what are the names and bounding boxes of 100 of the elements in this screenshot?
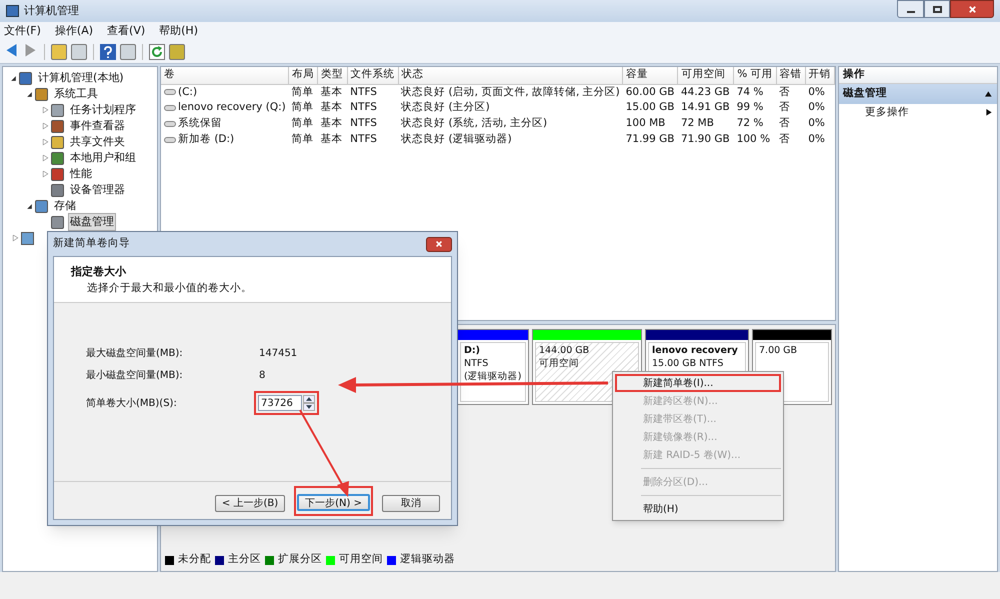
tree-item[interactable]: 性能 — [68, 164, 94, 184]
table-cell: 0% — [808, 117, 825, 129]
column-header[interactable]: 容错 — [776, 67, 806, 84]
column-header[interactable]: 状态 — [398, 67, 623, 84]
menu-item[interactable]: 查看(V) — [107, 22, 146, 40]
collapse-arrow-icon[interactable] — [26, 90, 32, 98]
dialog-title: 新建简单卷向导 — [53, 236, 130, 252]
table-cell-text: 系统保留 — [178, 116, 222, 131]
table-cell: 0% — [808, 101, 825, 114]
collapse-arrow-icon[interactable] — [26, 202, 32, 210]
dialog-button[interactable]: < 上一步(B) — [214, 494, 286, 512]
table-cell: 14.91 GB — [680, 101, 730, 114]
column-header[interactable]: % 可用 — [734, 67, 776, 84]
maximize-button[interactable] — [924, 0, 950, 18]
submenu-arrow-icon — [985, 109, 993, 117]
partition-label: NTFS — [464, 357, 488, 370]
partition-label: 7.00 GB — [759, 344, 798, 357]
size-spin-field[interactable]: 73726 — [254, 391, 319, 415]
field-label: 简单卷大小(MB)(S): — [86, 396, 178, 410]
forward-icon[interactable] — [23, 44, 38, 59]
expand-arrow-icon[interactable] — [12, 234, 18, 242]
expand-arrow-icon[interactable] — [42, 138, 48, 146]
table-cell-text: (C:) — [178, 84, 198, 100]
actions-section[interactable]: 磁盘管理 — [839, 84, 997, 104]
wizard-heading: 指定卷大小 — [71, 264, 127, 280]
context-menu-item[interactable]: 帮助(H) — [615, 500, 781, 518]
window-title: 计算机管理 — [24, 2, 79, 19]
collapse-arrow-icon[interactable] — [10, 74, 16, 82]
close-button[interactable] — [950, 0, 994, 18]
action-item[interactable]: 更多操作 — [839, 104, 997, 122]
partition-label: 可用空间 — [539, 357, 579, 370]
table-cell-text: lenovo recovery (Q:) — [178, 100, 286, 116]
spin-down-button[interactable] — [303, 403, 315, 411]
tree-item[interactable]: 事件查看器 — [68, 116, 127, 136]
table-cell: 否 — [779, 117, 790, 129]
drive-icon — [164, 105, 176, 112]
partition-label: lenovo recovery — [652, 344, 738, 357]
field-value: 8 — [259, 369, 266, 383]
table-cell: 状态良好 (启动, 页面文件, 故障转储, 主分区) — [401, 86, 620, 98]
context-menu-item[interactable]: 新建简单卷(I)... — [615, 374, 781, 392]
legend-label: 未分配 — [178, 552, 211, 568]
expand-arrow-icon[interactable] — [42, 122, 48, 130]
minimize-button[interactable] — [897, 0, 924, 18]
partition-label: 144.00 GB — [539, 344, 590, 357]
table-cell: 简单 — [292, 101, 314, 114]
back-icon[interactable] — [4, 44, 19, 59]
column-header[interactable]: 类型 — [318, 67, 348, 84]
close-button[interactable] — [426, 236, 452, 252]
table-cell: 71.99 GB — [626, 132, 674, 145]
dialog-button[interactable]: 下一步(N) > — [297, 494, 370, 510]
table-cell: 0% — [808, 132, 825, 145]
close-icon — [435, 240, 443, 248]
drive-icon — [164, 136, 176, 143]
tree-item[interactable]: 计算机管理(本地) — [36, 68, 126, 88]
tree-item[interactable]: 存储 — [52, 196, 78, 216]
legend-label: 扩展分区 — [278, 552, 322, 568]
column-header[interactable]: 卷 — [161, 67, 289, 84]
table-cell-text: 新加卷 (D:) — [178, 132, 234, 147]
table-cell: 基本 — [320, 132, 343, 145]
expand-arrow-icon[interactable] — [42, 154, 48, 162]
partition-block[interactable]: D:) NTFS (逻辑驱动器) — [457, 329, 529, 405]
table-cell: 基本 — [320, 117, 343, 129]
collapse-icon[interactable] — [985, 90, 993, 98]
table-cell: 否 — [779, 101, 790, 114]
spin-up-button[interactable] — [303, 395, 315, 403]
expand-arrow-icon[interactable] — [42, 170, 48, 178]
drive-icon — [164, 89, 176, 96]
tree-item[interactable]: 任务计划程序 — [68, 100, 138, 120]
close-icon — [968, 4, 976, 14]
table-cell: 0% — [808, 86, 825, 98]
partition-label: D:) — [464, 344, 480, 357]
table-cell: 44.23 GB — [680, 86, 730, 98]
column-header[interactable]: 容量 — [622, 67, 678, 84]
table-cell: NTFS — [350, 101, 377, 114]
tree-item[interactable]: 磁盘管理 — [68, 212, 116, 232]
column-header[interactable]: 布局 — [288, 67, 318, 84]
wizard-subheading: 选择介于最大和最小值的卷大小。 — [86, 280, 253, 296]
menu-item[interactable]: 操作(A) — [54, 22, 94, 40]
column-header[interactable]: 文件系统 — [347, 67, 398, 84]
table-cell: 72 % — [736, 117, 764, 129]
menu-item[interactable]: 文件(F) — [4, 22, 41, 40]
refresh-icon[interactable] — [149, 44, 165, 60]
expand-arrow-icon[interactable] — [42, 106, 48, 114]
legend-label: 逻辑驱动器 — [400, 552, 455, 568]
table-cell: 99 % — [736, 101, 764, 114]
dialog-button[interactable]: 取消 — [382, 494, 440, 512]
tree-item[interactable]: 本地用户和组 — [68, 148, 138, 168]
legend-label: 可用空间 — [339, 552, 383, 568]
column-header[interactable]: 可用空间 — [678, 67, 734, 84]
tree-item[interactable]: 共享文件夹 — [68, 132, 127, 152]
table-cell: NTFS — [350, 132, 377, 145]
tree-item[interactable]: 系统工具 — [52, 84, 100, 104]
table-cell: 71.90 GB — [680, 132, 730, 145]
table-cell: 基本 — [320, 86, 343, 98]
column-header[interactable]: 开销 — [805, 67, 834, 84]
help-icon[interactable] — [100, 44, 116, 60]
menu-item[interactable]: 帮助(H) — [159, 22, 198, 40]
tree-item[interactable]: 设备管理器 — [68, 180, 127, 200]
table-cell: NTFS — [350, 86, 377, 98]
actions-header: 操作 — [839, 67, 997, 84]
